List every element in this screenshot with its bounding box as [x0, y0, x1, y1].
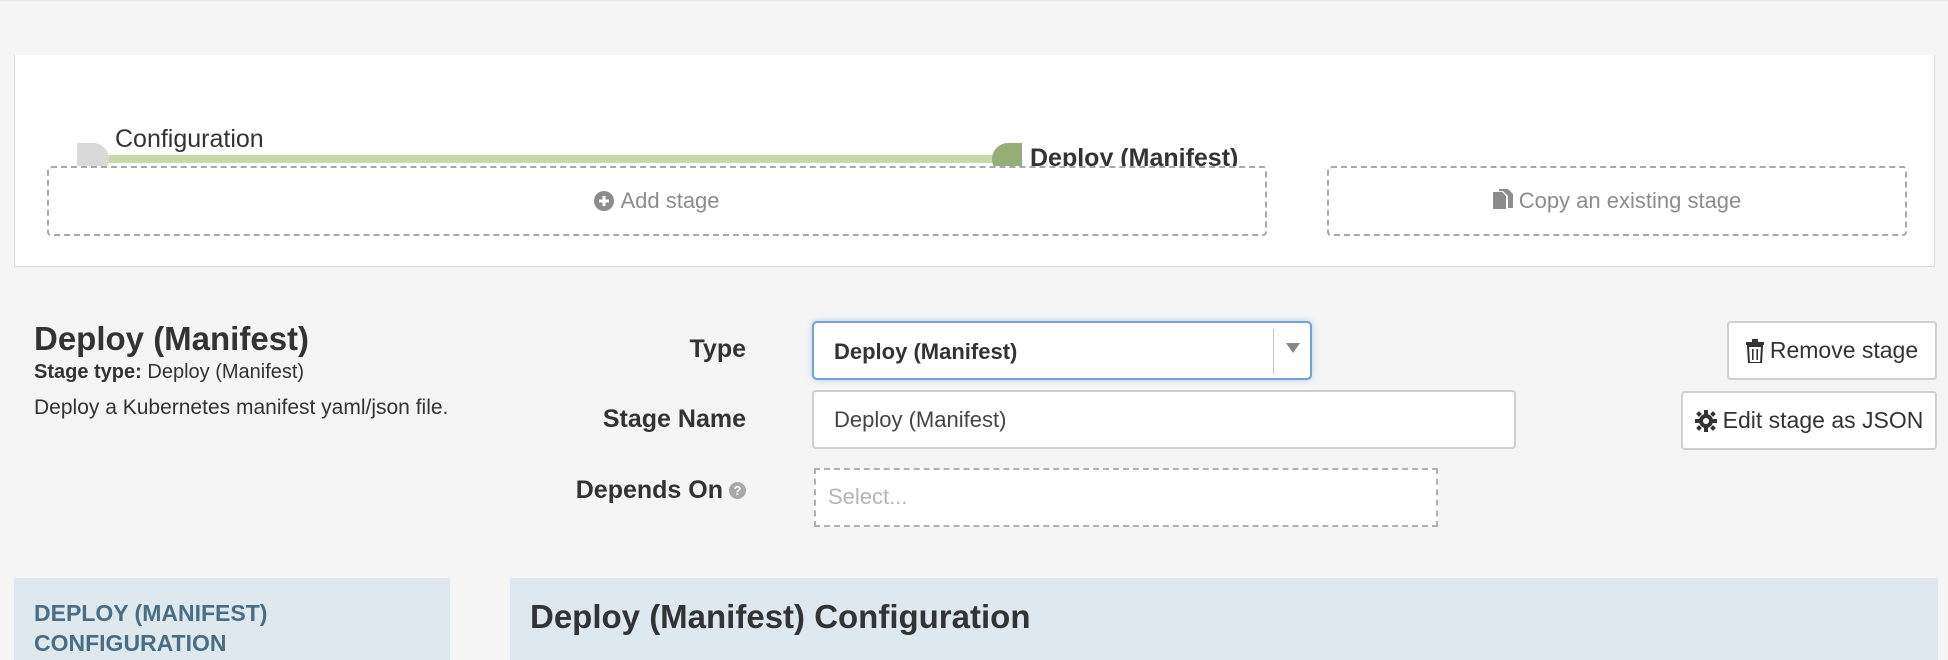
depends-on-select[interactable]: Select...: [814, 468, 1438, 527]
remove-stage-label: Remove stage: [1769, 337, 1919, 363]
type-label: Type: [689, 335, 747, 363]
stage-connector: [107, 155, 1009, 163]
side-nav-item-label: DEPLOY (MANIFEST) CONFIGURATION: [34, 600, 268, 656]
stage-name-input[interactable]: [812, 390, 1516, 449]
plus-circle-icon: [594, 191, 615, 211]
remove-stage-button[interactable]: Remove stage: [1727, 321, 1937, 380]
stage-name-label: Stage Name: [602, 405, 746, 433]
stage-type-value: Deploy (Manifest): [147, 361, 305, 383]
add-stage-label: Add stage: [620, 188, 720, 213]
trash-icon: [1745, 338, 1764, 363]
pipeline-graph-panel: Configuration Deploy (Manifest) Add stag…: [14, 55, 1935, 267]
gear-icon: [1694, 409, 1717, 432]
config-section-title: Deploy (Manifest) Configuration: [530, 598, 1031, 635]
depends-on-label: Depends On: [575, 476, 723, 504]
caret-down-icon[interactable]: [1286, 343, 1300, 353]
copy-icon: [1492, 189, 1513, 213]
question-circle-icon[interactable]: ?: [729, 482, 746, 499]
top-divider: [0, 0, 1948, 1]
stage-node-configuration-label[interactable]: Configuration: [115, 125, 264, 154]
stage-type-select-value: Deploy (Manifest): [834, 339, 1018, 364]
stage-type-prefix: Stage type:: [34, 361, 142, 383]
side-nav-item-deploy-config[interactable]: DEPLOY (MANIFEST) CONFIGURATION: [14, 578, 450, 660]
config-section-header: Deploy (Manifest) Configuration: [510, 578, 1938, 660]
edit-stage-json-button[interactable]: Edit stage as JSON: [1681, 391, 1937, 450]
add-stage-button[interactable]: Add stage: [47, 166, 1267, 236]
copy-existing-stage-label: Copy an existing stage: [1518, 188, 1742, 213]
stage-type-select[interactable]: Deploy (Manifest): [812, 321, 1312, 380]
stage-type-line: Stage type: Deploy (Manifest): [34, 361, 304, 384]
copy-existing-stage-button[interactable]: Copy an existing stage: [1327, 166, 1907, 236]
edit-stage-json-label: Edit stage as JSON: [1722, 407, 1924, 433]
stage-title: Deploy (Manifest): [34, 320, 310, 357]
select-divider: [1273, 329, 1274, 374]
depends-on-label-row: Depends On ?: [576, 476, 746, 505]
stage-description: Deploy a Kubernetes manifest yaml/json f…: [34, 396, 449, 419]
